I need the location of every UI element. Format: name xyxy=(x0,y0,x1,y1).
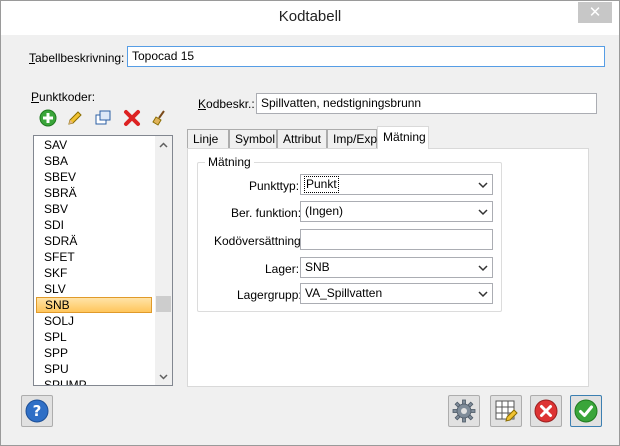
lager-select[interactable]: SNB xyxy=(300,257,493,278)
cancel-button[interactable] xyxy=(530,395,562,427)
dialog-client: Tabellbeskrivning: Topocad 15 Punktkoder… xyxy=(9,35,611,439)
clean-code-button[interactable] xyxy=(149,107,171,129)
tab-matning[interactable]: Mätning xyxy=(377,126,429,149)
close-button[interactable]: ✕ xyxy=(578,2,612,23)
list-item[interactable]: SAV xyxy=(36,137,152,153)
punktkoder-label: Punktkoder: xyxy=(31,90,96,104)
list-item[interactable]: SBRÄ xyxy=(36,185,152,201)
lagergrupp-select[interactable]: VA_Spillvatten xyxy=(300,283,493,304)
chevron-down-icon xyxy=(478,182,488,189)
ok-button[interactable] xyxy=(570,395,602,427)
list-item[interactable]: SPUMP xyxy=(36,377,152,385)
title-bar[interactable]: Kodtabell ✕ xyxy=(1,1,619,35)
list-item-selected[interactable]: SNB xyxy=(36,297,152,313)
kodoversattning-label: Kodöversättning: xyxy=(214,234,305,248)
tab-symbol[interactable]: Symbol xyxy=(229,129,277,149)
delete-code-button[interactable] xyxy=(121,107,143,129)
ber-funktion-value: (Ingen) xyxy=(305,204,344,218)
lager-value: SNB xyxy=(305,260,330,274)
punktkoder-list[interactable]: SAV SBA SBEV SBRÄ SBV SDI SDRÄ SFET SKF … xyxy=(33,135,173,386)
kodtabell-dialog: Kodtabell ✕ Tabellbeskrivning: Topocad 1… xyxy=(0,0,620,446)
scroll-thumb[interactable] xyxy=(156,296,171,312)
ber-funktion-label: Ber. funktion: xyxy=(231,206,302,220)
kodoversattning-input[interactable] xyxy=(300,229,493,250)
settings-button[interactable] xyxy=(448,395,480,427)
edit-code-button[interactable] xyxy=(64,107,86,129)
add-code-button[interactable] xyxy=(37,107,59,129)
list-item[interactable]: SOLJ xyxy=(36,313,152,329)
list-item[interactable]: SKF xyxy=(36,265,152,281)
list-item[interactable]: SBEV xyxy=(36,169,152,185)
delete-x-icon xyxy=(124,110,140,126)
window-title: Kodtabell xyxy=(278,8,342,25)
chevron-up-icon xyxy=(159,141,168,148)
list-item[interactable]: SDI xyxy=(36,217,152,233)
tab-linje[interactable]: Linje xyxy=(187,129,229,149)
broom-icon xyxy=(152,110,165,126)
add-icon xyxy=(39,109,57,127)
matning-group-title: Mätning xyxy=(205,155,254,169)
help-button[interactable]: ? xyxy=(21,395,53,427)
list-item[interactable]: SPL xyxy=(36,329,152,345)
copy-icon xyxy=(95,110,111,125)
chevron-down-icon xyxy=(478,265,488,272)
table-edit-button[interactable] xyxy=(490,395,522,427)
scroll-up-button[interactable] xyxy=(155,136,172,153)
punkttyp-value: Punkt xyxy=(304,176,339,193)
ok-check-icon xyxy=(574,399,598,423)
table-desc-input[interactable]: Topocad 15 xyxy=(127,46,605,67)
list-item[interactable]: SDRÄ xyxy=(36,233,152,249)
tab-imp-exp[interactable]: Imp/Exp xyxy=(327,129,377,149)
list-item[interactable]: SFET xyxy=(36,249,152,265)
help-icon: ? xyxy=(25,399,49,423)
cancel-icon xyxy=(534,399,558,423)
punkttyp-label: Punkttyp: xyxy=(249,179,300,193)
edit-pencil-icon xyxy=(68,111,82,125)
chevron-down-icon xyxy=(478,209,488,216)
lagergrupp-label: Lagergrupp: xyxy=(237,288,302,302)
list-item[interactable]: SPU xyxy=(36,361,152,377)
list-item[interactable]: SBA xyxy=(36,153,152,169)
list-item[interactable]: SLV xyxy=(36,281,152,297)
lagergrupp-value: VA_Spillvatten xyxy=(305,286,383,300)
scroll-down-button[interactable] xyxy=(155,368,172,385)
list-item[interactable]: SPP xyxy=(36,345,152,361)
chevron-down-icon xyxy=(478,291,488,298)
code-desc-label: Kodbeskr.: xyxy=(198,97,255,111)
list-item[interactable]: SBV xyxy=(36,201,152,217)
code-desc-input[interactable]: Spillvatten, nedstigningsbrunn xyxy=(256,93,597,114)
lager-label: Lager: xyxy=(265,262,300,276)
list-scrollbar[interactable] xyxy=(155,136,172,385)
punkttyp-select[interactable]: Punkt xyxy=(300,174,493,195)
table-edit-icon xyxy=(495,400,518,422)
gear-icon xyxy=(452,399,476,423)
close-icon: ✕ xyxy=(588,4,602,21)
table-desc-label: Tabellbeskrivning: xyxy=(29,51,125,65)
chevron-down-icon xyxy=(159,373,168,380)
ber-funktion-select[interactable]: (Ingen) xyxy=(300,201,493,222)
svg-text:?: ? xyxy=(33,402,42,420)
tab-attribut[interactable]: Attribut xyxy=(277,129,327,149)
copy-code-button[interactable] xyxy=(92,107,114,129)
